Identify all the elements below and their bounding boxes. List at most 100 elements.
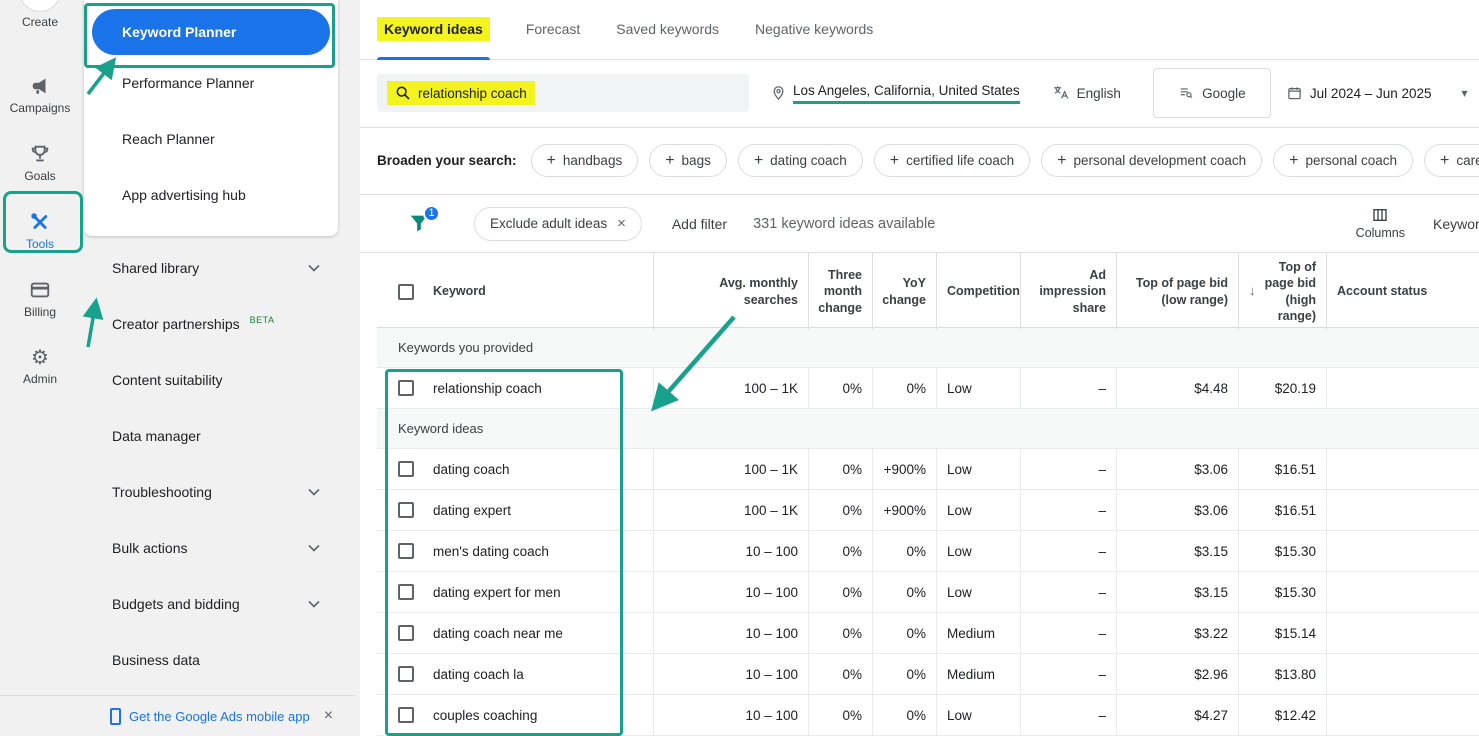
top-bid-low-cell: $4.48 xyxy=(1116,368,1238,408)
table-row[interactable]: relationship coach 100 – 1K 0% 0% Low – … xyxy=(377,368,1479,409)
rail-item-tools[interactable]: Tools xyxy=(0,210,80,251)
nav-item-performance-planner[interactable]: Performance Planner xyxy=(92,55,330,111)
date-range-selector[interactable]: Jul 2024 – Jun 2025 ▾ xyxy=(1287,85,1468,101)
broaden-chip-handbags[interactable]: + handbags xyxy=(530,144,639,178)
columns-button[interactable]: Columns xyxy=(1356,207,1405,240)
rail-item-campaigns[interactable]: Campaigns xyxy=(0,74,80,115)
nav-item-app-advertising-hub[interactable]: App advertising hub xyxy=(92,167,330,223)
nav-item-budgets-and-bidding[interactable]: Budgets and bidding xyxy=(84,576,354,632)
table-row[interactable]: dating expert for men 10 – 100 0% 0% Low… xyxy=(377,572,1479,613)
nav-item-troubleshooting[interactable]: Troubleshooting xyxy=(84,464,354,520)
chip-label: certified life coach xyxy=(906,153,1015,169)
nav-item-creator-partnerships[interactable]: Creator partnerships BETA xyxy=(84,296,354,352)
tab-saved-keywords[interactable]: Saved keywords xyxy=(616,0,719,59)
nav-item-content-suitability[interactable]: Content suitability xyxy=(84,352,354,408)
broaden-chip-personal-development-coach[interactable]: + personal development coach xyxy=(1041,144,1263,178)
row-checkbox[interactable] xyxy=(398,502,414,518)
avg-searches-cell: 10 – 100 xyxy=(653,654,808,694)
col-header-keyword[interactable]: Keyword xyxy=(433,283,486,299)
col-header-ad-impression-share[interactable]: Ad impression share xyxy=(1020,253,1116,330)
nav-item-shared-library[interactable]: Shared library xyxy=(84,240,354,296)
broaden-chip-bags[interactable]: + bags xyxy=(649,144,727,178)
nav-item-bulk-actions[interactable]: Bulk actions xyxy=(84,520,354,576)
rail-label: Tools xyxy=(25,237,54,251)
nav-item-reach-planner[interactable]: Reach Planner xyxy=(92,111,330,167)
nav-item-label: Bulk actions xyxy=(112,540,188,556)
col-header-competition[interactable]: Competition xyxy=(936,253,1020,330)
keyword-view-selector[interactable]: Keywor xyxy=(1433,216,1479,232)
keyword-cell: couples coaching xyxy=(433,707,538,723)
select-all-checkbox[interactable] xyxy=(398,283,414,300)
table-row[interactable]: dating coach near me 10 – 100 0% 0% Medi… xyxy=(377,613,1479,654)
chip-label: bags xyxy=(681,153,711,169)
broaden-chip-dating-coach[interactable]: + dating coach xyxy=(737,144,863,178)
yoy-change-cell: 0% xyxy=(872,531,936,571)
rail-item-goals[interactable]: Goals xyxy=(0,142,80,183)
network-selector[interactable]: Google xyxy=(1152,68,1271,119)
avg-searches-cell: 100 – 1K xyxy=(653,368,808,408)
table-row[interactable]: men's dating coach 10 – 100 0% 0% Low – … xyxy=(377,531,1479,572)
row-checkbox[interactable] xyxy=(398,461,414,477)
mobile-app-link[interactable]: Get the Google Ads mobile app xyxy=(129,709,310,724)
nav-item-business-data[interactable]: Business data xyxy=(84,632,354,688)
broaden-chip-career-coach[interactable]: + career coach xyxy=(1424,144,1479,178)
exclude-adult-ideas-chip[interactable]: Exclude adult ideas × xyxy=(474,206,642,241)
chip-label: career coach xyxy=(1456,153,1479,169)
account-status-cell xyxy=(1326,490,1479,530)
nav-item-data-manager[interactable]: Data manager xyxy=(84,408,354,464)
gear-icon: ⚙ xyxy=(31,346,49,369)
search-controls-bar: relationship coach Los Angeles, Californ… xyxy=(360,60,1479,128)
row-checkbox[interactable] xyxy=(398,543,414,559)
ad-impression-share-cell: – xyxy=(1020,572,1116,612)
location-selector[interactable]: Los Angeles, California, United States xyxy=(771,83,1020,104)
sort-desc-icon: ↓ xyxy=(1249,283,1256,299)
broaden-chip-certified-life-coach[interactable]: + certified life coach xyxy=(873,144,1031,178)
col-header-top-of-page-bid-low[interactable]: Top of page bid (low range) xyxy=(1116,253,1238,330)
tab-keyword-ideas[interactable]: Keyword ideas xyxy=(377,0,490,60)
row-checkbox[interactable] xyxy=(398,707,414,723)
keyword-cell: dating expert xyxy=(433,502,512,518)
col-header-yoy-change[interactable]: YoY change xyxy=(872,253,936,330)
three-month-change-cell: 0% xyxy=(808,695,872,735)
columns-icon xyxy=(1373,209,1387,222)
rail-item-create[interactable]: Create xyxy=(0,0,80,29)
mobile-app-banner: Get the Google Ads mobile app × xyxy=(0,695,355,736)
row-checkbox[interactable] xyxy=(398,666,414,682)
row-checkbox[interactable] xyxy=(398,380,414,396)
col-header-account-status[interactable]: Account status xyxy=(1326,253,1479,330)
broaden-label: Broaden your search: xyxy=(377,153,517,169)
keyword-search-input[interactable]: relationship coach xyxy=(377,74,749,113)
table-row[interactable]: dating coach 100 – 1K 0% +900% Low – $3.… xyxy=(377,449,1479,490)
close-icon[interactable]: × xyxy=(324,707,333,725)
nav-item-keyword-planner[interactable]: Keyword Planner xyxy=(92,9,330,55)
avg-searches-cell: 10 – 100 xyxy=(653,572,808,612)
col-header-three-month-change[interactable]: Three month change xyxy=(808,253,872,330)
table-row[interactable]: dating coach la 10 – 100 0% 0% Medium – … xyxy=(377,654,1479,695)
top-bid-high-cell: $20.19 xyxy=(1238,368,1326,408)
rail-item-admin[interactable]: ⚙ Admin xyxy=(0,345,80,387)
row-checkbox[interactable] xyxy=(398,584,414,600)
add-filter-button[interactable]: Add filter xyxy=(672,216,727,232)
filter-button[interactable]: 1 xyxy=(408,204,440,236)
close-icon: × xyxy=(617,215,626,233)
tab-forecast[interactable]: Forecast xyxy=(526,0,580,59)
tools-submenu: Keyword Planner Performance Planner Reac… xyxy=(80,0,360,736)
tab-negative-keywords[interactable]: Negative keywords xyxy=(755,0,873,59)
three-month-change-cell: 0% xyxy=(808,531,872,571)
chip-label: personal development coach xyxy=(1073,153,1247,169)
row-checkbox[interactable] xyxy=(398,625,414,641)
col-header-top-of-page-bid-high[interactable]: ↓ Top of page bid (high range) xyxy=(1238,253,1326,330)
language-selector[interactable]: English xyxy=(1052,85,1121,101)
broaden-chip-personal-coach[interactable]: + personal coach xyxy=(1273,144,1414,178)
table-row[interactable]: couples coaching 10 – 100 0% 0% Low – $4… xyxy=(377,695,1479,736)
ad-impression-share-cell: – xyxy=(1020,654,1116,694)
rail-item-billing[interactable]: Billing xyxy=(0,278,80,319)
keyword-planner-main: Keyword ideas Forecast Saved keywords Ne… xyxy=(360,0,1479,736)
table-row[interactable]: dating expert 100 – 1K 0% +900% Low – $3… xyxy=(377,490,1479,531)
ad-impression-share-cell: – xyxy=(1020,613,1116,653)
chip-label: dating coach xyxy=(770,153,847,169)
filter-bar: 1 Exclude adult ideas × Add filter 331 k… xyxy=(360,195,1479,253)
rail-label: Admin xyxy=(22,372,57,386)
col-header-avg-monthly-searches[interactable]: Avg. monthly searches xyxy=(653,253,808,330)
yoy-change-cell: 0% xyxy=(872,654,936,694)
